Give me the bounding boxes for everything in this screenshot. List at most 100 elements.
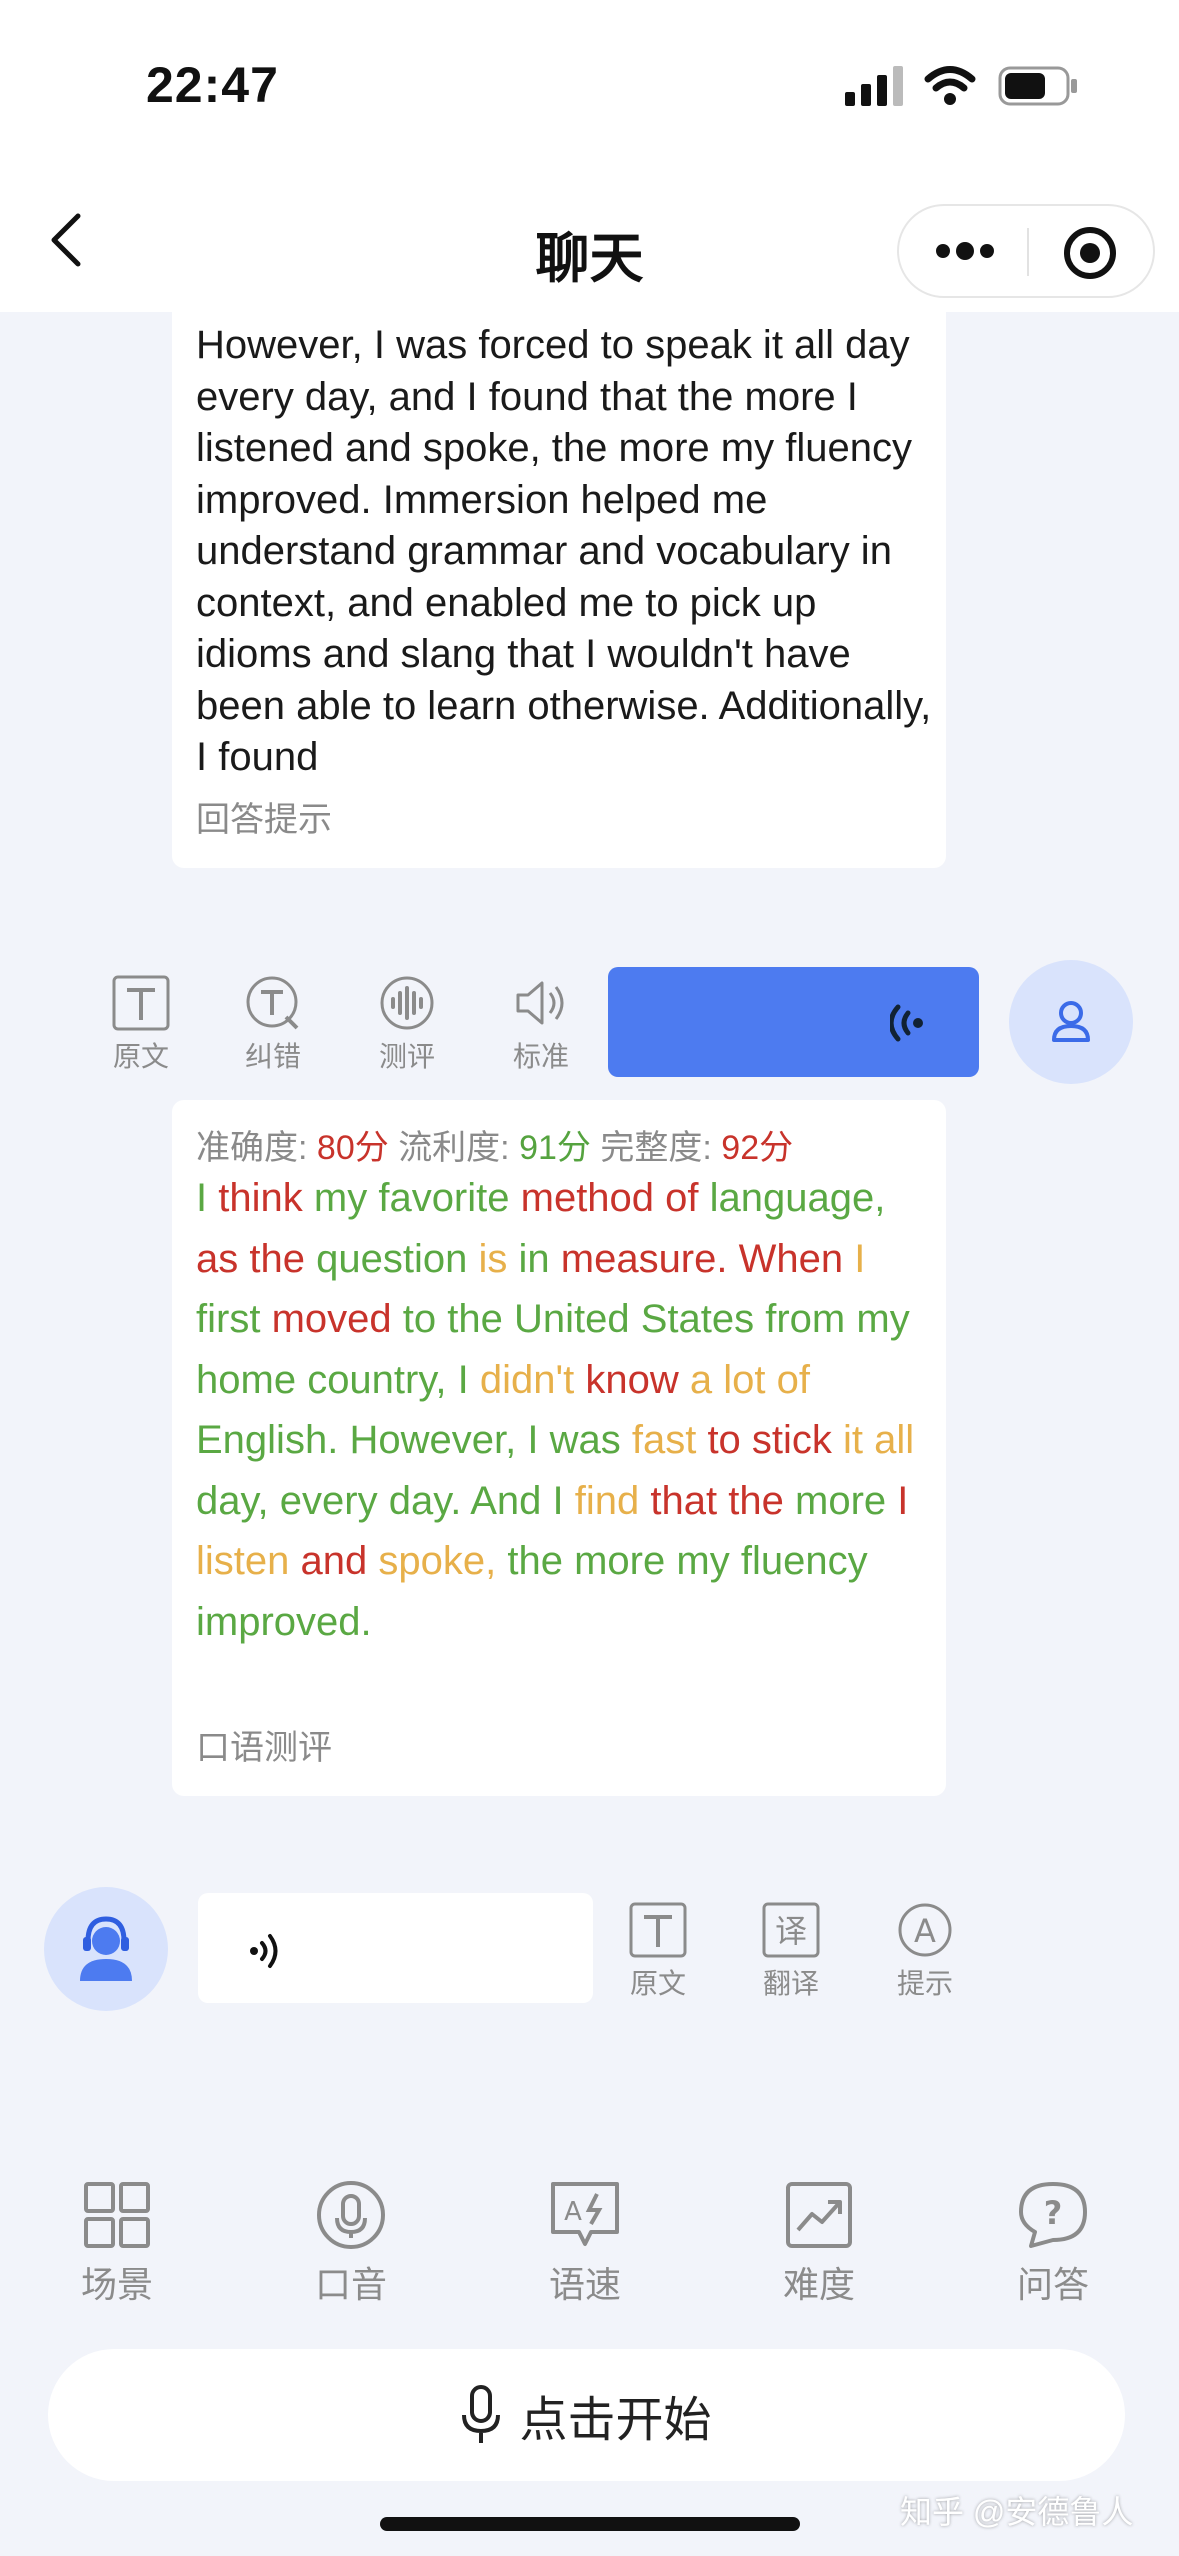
ai-tool-translate[interactable]: 译 翻译	[746, 1902, 836, 2002]
ai-tool-hint[interactable]: A 提示	[880, 1902, 970, 2002]
evaluated-word: day.	[388, 1478, 462, 1523]
completeness-score: 92分	[721, 1129, 794, 1167]
evaluated-word: I	[552, 1478, 564, 1523]
evaluated-word: And	[470, 1478, 542, 1523]
evaluated-word: method	[520, 1176, 655, 1220]
evaluated-word: United	[513, 1297, 630, 1341]
evaluated-word: favorite	[378, 1176, 510, 1220]
evaluated-word: is	[478, 1236, 508, 1281]
user-icon	[1052, 1001, 1090, 1042]
user-voice-message[interactable]	[608, 967, 979, 1077]
translate-icon: 译	[762, 1902, 820, 1958]
tool-correction[interactable]: 纠错	[228, 975, 318, 1075]
evaluated-word: moved	[271, 1297, 392, 1341]
watermark: 知乎 @安德鲁人	[900, 2494, 1134, 2530]
menu-difficulty[interactable]: 难度	[739, 2180, 899, 2308]
voice-playing-icon	[890, 1004, 923, 1042]
more-icon[interactable]	[935, 236, 995, 266]
menu-speed[interactable]: A 语速	[505, 2180, 665, 2308]
evaluated-word: country,	[307, 1357, 447, 1402]
question-bubble-icon: ?	[1019, 2182, 1087, 2248]
ai-voice-message[interactable]	[198, 1893, 593, 2003]
text-icon	[629, 1902, 687, 1958]
evaluated-word: fluency	[740, 1539, 868, 1583]
menu-qa[interactable]: ? 问答	[973, 2180, 1133, 2308]
evaluated-word: States	[640, 1297, 755, 1341]
speed-icon: A	[551, 2182, 619, 2246]
user-avatar	[1009, 960, 1133, 1084]
evaluated-word: from	[765, 1297, 846, 1341]
evaluated-word: the	[728, 1478, 784, 1523]
evaluated-word: day,	[196, 1478, 269, 1523]
evaluated-word: was	[549, 1418, 621, 1462]
waveform-icon	[380, 976, 434, 1030]
evaluated-word: I	[527, 1418, 539, 1462]
svg-text:译: 译	[775, 1912, 807, 1950]
evaluated-word: more	[795, 1478, 887, 1523]
evaluated-word: measure.	[560, 1236, 728, 1281]
fluency-score: 91分	[519, 1129, 591, 1167]
tool-evaluation[interactable]: 测评	[362, 975, 452, 1075]
close-target-icon[interactable]	[1063, 226, 1117, 280]
chart-icon	[786, 2182, 852, 2248]
evaluated-word: However,	[349, 1418, 517, 1462]
svg-text:A: A	[564, 2197, 582, 2227]
mini-program-capsule	[897, 204, 1155, 298]
ai-tool-original-text[interactable]: 原文	[613, 1902, 703, 2002]
ai-message-card: However, I was forced to speak it all da…	[172, 300, 946, 868]
tool-label: 原文	[112, 1041, 169, 1072]
menu-label: 口音	[314, 2264, 387, 2305]
speaking-evaluation-label: 口语测评	[196, 1729, 332, 1767]
status-bar: 22:47	[0, 0, 1179, 170]
evaluated-word: When	[738, 1236, 844, 1281]
evaluated-word: my	[313, 1176, 368, 1220]
evaluated-word: spoke,	[378, 1539, 497, 1583]
grid-icon	[84, 2182, 150, 2248]
tool-original-text[interactable]: 原文	[96, 975, 186, 1075]
battery-icon	[998, 66, 1077, 106]
nav-header: 聊天	[0, 170, 1179, 312]
evaluated-word: lot	[723, 1357, 766, 1402]
evaluated-word: think	[218, 1176, 303, 1220]
wifi-icon	[924, 66, 976, 105]
tool-label: 标准	[512, 1041, 569, 1072]
evaluated-word: that	[650, 1478, 718, 1523]
svg-text:?: ?	[1044, 2194, 1063, 2232]
evaluated-word: my	[676, 1539, 730, 1583]
evaluated-word: I	[897, 1478, 909, 1523]
voice-play-icon	[250, 1934, 278, 1968]
start-button[interactable]: 点击开始	[48, 2349, 1125, 2481]
tool-label: 原文	[629, 1968, 686, 1999]
tool-label: 纠错	[244, 1041, 301, 1072]
evaluated-word: a	[689, 1357, 713, 1402]
speaker-icon	[516, 981, 564, 1025]
accuracy-score: 80分	[316, 1129, 389, 1167]
menu-label: 问答	[1016, 2264, 1089, 2305]
evaluated-word: my	[856, 1297, 910, 1341]
headset-person-icon	[80, 1916, 132, 1981]
svg-text:A: A	[914, 1912, 936, 1950]
evaluated-word: all	[874, 1418, 915, 1462]
evaluated-word: the	[447, 1297, 503, 1341]
tool-standard-audio[interactable]: 标准	[496, 975, 586, 1075]
evaluated-word: more	[574, 1539, 666, 1583]
evaluated-word: improved.	[196, 1599, 372, 1644]
answer-hint-link[interactable]: 回答提示	[196, 792, 332, 841]
menu-label: 难度	[782, 2264, 855, 2305]
evaluated-word: and	[300, 1539, 368, 1583]
evaluated-word: I	[196, 1176, 208, 1220]
tool-label: 翻译	[762, 1968, 819, 1999]
ai-tutor-avatar	[44, 1887, 168, 2011]
menu-accent[interactable]: 口音	[271, 2180, 431, 2308]
menu-label: 场景	[80, 2264, 153, 2305]
evaluated-word: to	[402, 1297, 437, 1341]
accuracy-label: 准确度:	[196, 1129, 308, 1167]
evaluated-word: the	[507, 1539, 563, 1583]
home-indicator[interactable]	[380, 2517, 800, 2531]
evaluated-word: find	[574, 1478, 640, 1523]
evaluated-word: of	[776, 1357, 811, 1402]
evaluated-word: it	[843, 1418, 864, 1462]
evaluated-transcript: I think my favorite method of language, …	[196, 1168, 936, 1652]
evaluated-word: fast	[631, 1418, 697, 1462]
menu-scene[interactable]: 场景	[37, 2180, 197, 2308]
